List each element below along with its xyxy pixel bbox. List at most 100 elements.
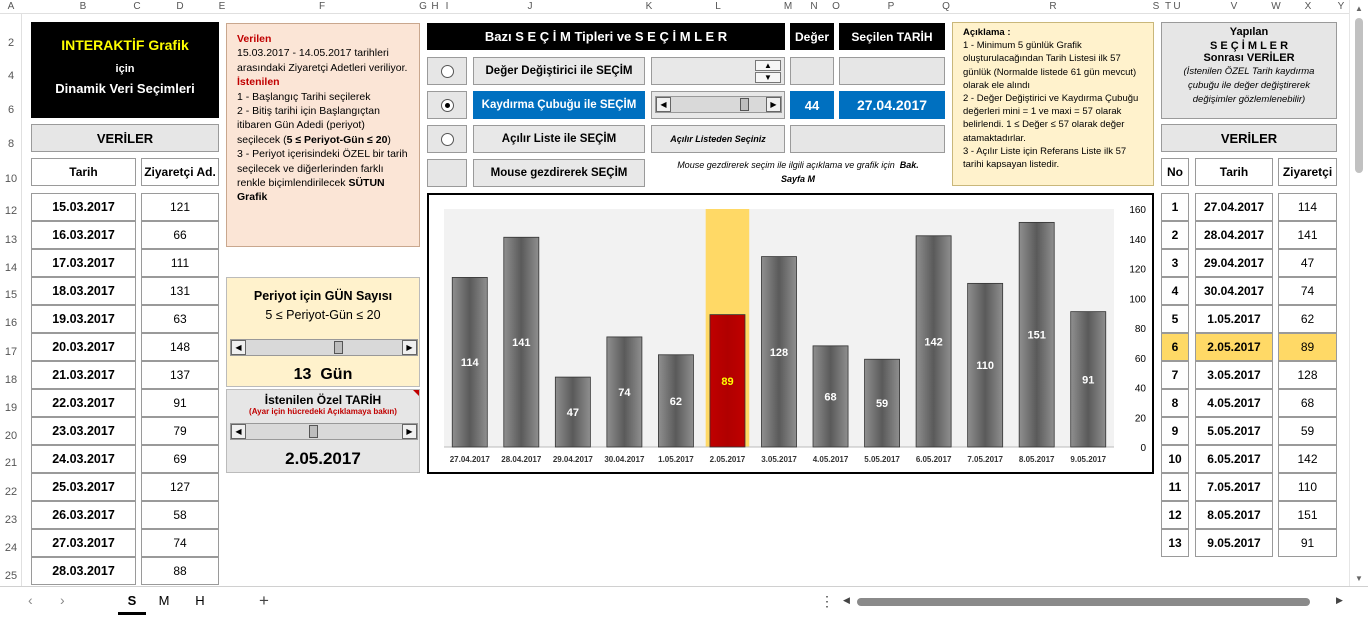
column-letter[interactable]: K <box>646 1 653 12</box>
column-letter[interactable]: L <box>715 1 721 12</box>
row-number[interactable]: 8 <box>0 138 22 150</box>
left-row-date[interactable]: 19.03.2017 <box>31 305 136 333</box>
left-row-visitors[interactable]: 66 <box>141 221 219 249</box>
option-spinner-radio[interactable] <box>440 64 454 78</box>
left-row-date[interactable]: 17.03.2017 <box>31 249 136 277</box>
column-letter[interactable]: J <box>528 1 533 12</box>
row-number[interactable]: 12 <box>0 205 22 217</box>
main-scroll-left-arrow[interactable]: ◀ <box>656 97 671 112</box>
column-letter[interactable]: R <box>1049 1 1056 12</box>
left-row-date[interactable]: 22.03.2017 <box>31 389 136 417</box>
right-row-date[interactable]: 9.05.2017 <box>1195 529 1273 557</box>
right-row-no[interactable]: 7 <box>1161 361 1189 389</box>
column-chart[interactable]: 0 20 40 60 80 100 120 140 160 114 27.04.2017 141 28.… <box>429 195 1152 472</box>
right-row-date[interactable]: 5.05.2017 <box>1195 417 1273 445</box>
left-row-visitors[interactable]: 74 <box>141 529 219 557</box>
left-row-visitors[interactable]: 111 <box>141 249 219 277</box>
right-row-no[interactable]: 1 <box>1161 193 1189 221</box>
main-scroll-thumb[interactable] <box>740 98 749 111</box>
column-letter[interactable]: G <box>419 1 427 12</box>
spinner-up-arrow[interactable]: ▲ <box>755 60 781 71</box>
row-number[interactable]: 22 <box>0 486 22 498</box>
special-date-scrollbar[interactable]: ◀ ▶ <box>230 423 418 440</box>
right-row-no[interactable]: 12 <box>1161 501 1189 529</box>
left-row-date[interactable]: 15.03.2017 <box>31 193 136 221</box>
left-row-date[interactable]: 16.03.2017 <box>31 221 136 249</box>
left-row-date[interactable]: 21.03.2017 <box>31 361 136 389</box>
right-row-no[interactable]: 5 <box>1161 305 1189 333</box>
column-letter[interactable]: M <box>784 1 792 12</box>
spinner-down-arrow[interactable]: ▼ <box>755 72 781 83</box>
column-letter[interactable]: V <box>1231 1 1238 12</box>
hscroll-right-arrow[interactable]: ▶ <box>1336 595 1343 606</box>
row-number[interactable]: 20 <box>0 430 22 442</box>
row-number[interactable]: 19 <box>0 402 22 414</box>
right-row-date[interactable]: 2.05.2017 <box>1195 333 1273 361</box>
vscroll-thumb[interactable] <box>1355 18 1363 173</box>
special-scroll-right-arrow[interactable]: ▶ <box>402 424 417 439</box>
right-row-visitors[interactable]: 151 <box>1278 501 1337 529</box>
column-letter[interactable]: P <box>888 1 895 12</box>
right-row-date[interactable]: 1.05.2017 <box>1195 305 1273 333</box>
left-row-visitors[interactable]: 148 <box>141 333 219 361</box>
tab-h[interactable]: H <box>186 587 214 615</box>
column-letter[interactable]: U <box>1173 1 1180 12</box>
special-scroll-left-arrow[interactable]: ◀ <box>231 424 246 439</box>
left-row-date[interactable]: 28.03.2017 <box>31 557 136 585</box>
right-row-visitors[interactable]: 68 <box>1278 389 1337 417</box>
right-row-visitors[interactable]: 91 <box>1278 529 1337 557</box>
row-number[interactable]: 18 <box>0 374 22 386</box>
right-row-visitors[interactable]: 128 <box>1278 361 1337 389</box>
column-letter[interactable]: A <box>8 1 15 12</box>
left-row-visitors[interactable]: 58 <box>141 501 219 529</box>
row-number[interactable]: 4 <box>0 70 22 82</box>
column-letter[interactable]: Q <box>942 1 950 12</box>
right-row-visitors[interactable]: 62 <box>1278 305 1337 333</box>
row-number[interactable]: 14 <box>0 262 22 274</box>
right-row-visitors[interactable]: 142 <box>1278 445 1337 473</box>
row-number[interactable]: 25 <box>0 570 22 582</box>
left-row-date[interactable]: 26.03.2017 <box>31 501 136 529</box>
right-row-no[interactable]: 6 <box>1161 333 1189 361</box>
right-row-visitors[interactable]: 47 <box>1278 249 1337 277</box>
right-row-date[interactable]: 3.05.2017 <box>1195 361 1273 389</box>
left-row-visitors[interactable]: 79 <box>141 417 219 445</box>
left-row-visitors[interactable]: 88 <box>141 557 219 585</box>
hscroll-left-arrow[interactable]: ◀ <box>843 595 850 606</box>
option-spinner-button[interactable]: Değer Değiştirici ile SEÇİM <box>473 57 645 85</box>
option-mouse-button[interactable]: Mouse gezdirerek SEÇİM <box>473 159 645 187</box>
vscroll-down-arrow[interactable]: ▼ <box>1355 574 1363 583</box>
column-letter[interactable]: D <box>176 1 183 12</box>
period-scrollbar[interactable]: ◀ ▶ <box>230 339 418 356</box>
left-row-visitors[interactable]: 69 <box>141 445 219 473</box>
left-row-visitors[interactable]: 137 <box>141 361 219 389</box>
right-row-no[interactable]: 11 <box>1161 473 1189 501</box>
sheet-vertical-scrollbar[interactable]: ▲ ▼ <box>1349 0 1368 586</box>
right-row-no[interactable]: 9 <box>1161 417 1189 445</box>
row-number[interactable]: 15 <box>0 289 22 301</box>
main-scroll-right-arrow[interactable]: ▶ <box>766 97 781 112</box>
option-scroll-button[interactable]: Kaydırma Çubuğu ile SEÇİM <box>473 91 645 119</box>
column-letter[interactable]: X <box>1305 1 1312 12</box>
right-row-no[interactable]: 3 <box>1161 249 1189 277</box>
column-letter[interactable]: S <box>1153 1 1160 12</box>
right-row-no[interactable]: 2 <box>1161 221 1189 249</box>
right-row-visitors[interactable]: 74 <box>1278 277 1337 305</box>
row-number[interactable]: 24 <box>0 542 22 554</box>
dropdown-select[interactable]: Açılır Listeden Seçiniz <box>651 125 785 153</box>
left-row-date[interactable]: 25.03.2017 <box>31 473 136 501</box>
right-row-no[interactable]: 10 <box>1161 445 1189 473</box>
tab-nav-next-icon[interactable]: › <box>60 592 65 608</box>
right-row-date[interactable]: 4.05.2017 <box>1195 389 1273 417</box>
right-row-no[interactable]: 4 <box>1161 277 1189 305</box>
row-number[interactable]: 16 <box>0 317 22 329</box>
right-row-date[interactable]: 6.05.2017 <box>1195 445 1273 473</box>
right-row-date[interactable]: 30.04.2017 <box>1195 277 1273 305</box>
left-row-date[interactable]: 24.03.2017 <box>31 445 136 473</box>
row-number[interactable]: 23 <box>0 514 22 526</box>
row-number[interactable]: 10 <box>0 173 22 185</box>
special-scroll-thumb[interactable] <box>309 425 318 438</box>
tab-s[interactable]: S <box>118 587 146 615</box>
period-scroll-right-arrow[interactable]: ▶ <box>402 340 417 355</box>
column-letter[interactable]: Y <box>1338 1 1345 12</box>
